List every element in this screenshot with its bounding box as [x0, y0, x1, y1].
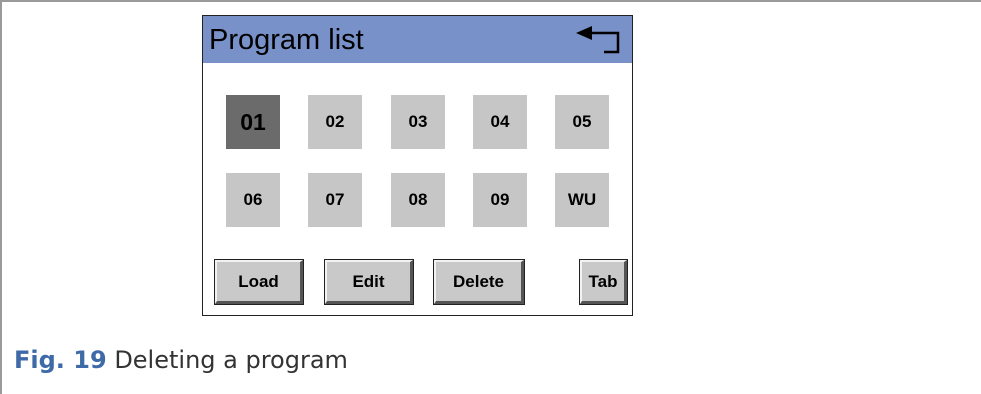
program-tile-08[interactable]: 08	[391, 173, 445, 227]
edit-button[interactable]: Edit	[324, 259, 414, 305]
tab-button[interactable]: Tab	[579, 259, 628, 305]
delete-button[interactable]: Delete	[433, 259, 525, 305]
program-tile-02[interactable]: 02	[308, 95, 362, 149]
program-tile-04[interactable]: 04	[473, 95, 527, 149]
page-top-rule	[0, 0, 981, 2]
program-tile-06[interactable]: 06	[226, 173, 280, 227]
figure-caption: Fig. 19 Deleting a program	[14, 346, 348, 374]
program-tile-09[interactable]: 09	[473, 173, 527, 227]
program-tile-05[interactable]: 05	[555, 95, 609, 149]
window-title: Program list	[209, 24, 364, 56]
title-bar: Program list	[203, 16, 632, 63]
program-tile-03[interactable]: 03	[391, 95, 445, 149]
page-left-rule	[0, 0, 2, 394]
figure-caption-text: Deleting a program	[114, 346, 348, 374]
program-tile-07[interactable]: 07	[308, 173, 362, 227]
program-tile-01[interactable]: 01	[226, 95, 280, 149]
back-arrow-icon[interactable]	[574, 24, 624, 56]
program-tile-wu[interactable]: WU	[555, 173, 609, 227]
load-button[interactable]: Load	[214, 259, 304, 305]
figure-label: Fig. 19	[14, 346, 107, 374]
device-screen: Program list 01 02 03 04 05 06 07 08 09 …	[202, 15, 633, 316]
